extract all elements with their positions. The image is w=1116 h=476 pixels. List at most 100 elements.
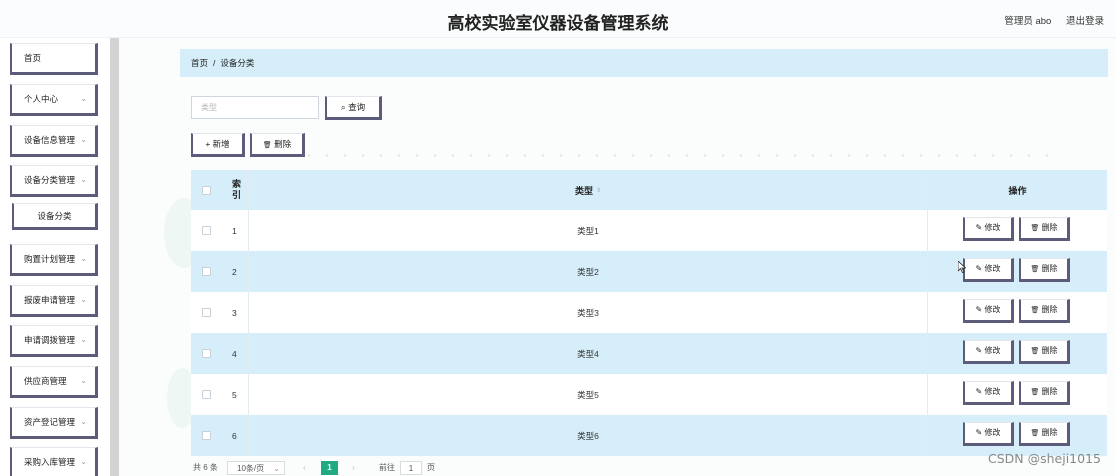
breadcrumb-home[interactable]: 首页: [191, 58, 208, 68]
row-checkbox-cell: [191, 210, 221, 251]
sidebar-item-label: 供应商管理: [24, 376, 67, 386]
sidebar-item-home[interactable]: 首页: [10, 43, 98, 75]
row-ops-cell: ✎ 修改 🗑 删除: [928, 374, 1107, 415]
sidebar-item-transfer-request[interactable]: 申请调拨管理 ⌄: [10, 325, 98, 357]
row-index-cell: 2: [221, 251, 249, 292]
add-button[interactable]: + 新增: [191, 133, 245, 157]
goto-page-input[interactable]: 1: [400, 461, 422, 475]
page-number-current[interactable]: 1: [321, 461, 338, 475]
edit-icon: ✎: [975, 305, 983, 314]
chevron-down-icon: ⌄: [273, 464, 280, 473]
row-type: 类型2: [577, 266, 599, 277]
trash-icon: 🗑: [1030, 266, 1040, 273]
delete-button[interactable]: 🗑 删除: [1019, 258, 1070, 282]
batch-delete-button[interactable]: 🗑 删除: [250, 133, 305, 157]
row-type-cell: 类型5: [249, 374, 928, 415]
edit-label: 修改: [984, 387, 1001, 396]
row-checkbox[interactable]: [201, 308, 211, 317]
delete-label: 删除: [1041, 223, 1058, 232]
top-header: 高校实验室仪器设备管理系统 管理员 abo 退出登录: [0, 0, 1116, 38]
edit-button[interactable]: ✎ 修改: [963, 217, 1014, 241]
edit-button[interactable]: ✎ 修改: [963, 422, 1014, 446]
delete-button[interactable]: 🗑 删除: [1019, 299, 1070, 323]
sidebar-item-category-mgmt[interactable]: 设备分类管理 ⌄: [10, 165, 98, 197]
row-index-cell: 1: [221, 210, 249, 251]
row-index: 4: [232, 348, 237, 359]
row-type: 类型3: [577, 307, 599, 318]
delete-label: 删除: [1041, 428, 1058, 437]
delete-button[interactable]: 🗑 删除: [1019, 422, 1070, 446]
row-ops-cell: ✎ 修改 🗑 删除: [928, 333, 1107, 374]
row-index: 3: [232, 307, 237, 318]
delete-button[interactable]: 🗑 删除: [1019, 381, 1070, 405]
row-index-cell: 3: [221, 292, 249, 333]
trash-icon: 🗑: [1030, 307, 1040, 314]
decorative-dots: [300, 154, 1060, 157]
row-type: 类型4: [577, 348, 599, 359]
edit-icon: ✎: [975, 346, 983, 355]
user-name[interactable]: 管理员 abo: [1004, 16, 1051, 27]
row-type-cell: 类型3: [249, 292, 928, 333]
app-title: 高校实验室仪器设备管理系统: [447, 14, 669, 34]
edit-button[interactable]: ✎ 修改: [963, 340, 1014, 364]
row-type: 类型5: [577, 389, 599, 400]
trash-icon: 🗑: [1030, 389, 1040, 396]
page-size-select[interactable]: 10条/页 ⌄: [227, 461, 285, 475]
sidebar-subitem-category[interactable]: 设备分类: [12, 203, 98, 230]
header-type[interactable]: 类型 ⇕: [249, 170, 928, 210]
sidebar-item-asset-register[interactable]: 资产登记管理 ⌄: [10, 407, 98, 439]
sidebar-item-purchase-stock[interactable]: 采购入库管理 ⌄: [10, 447, 98, 476]
row-checkbox[interactable]: [201, 267, 211, 276]
chevron-down-icon: ⌄: [80, 295, 87, 304]
sidebar-item-scrap-request[interactable]: 报废申请管理 ⌄: [10, 285, 98, 317]
sidebar-scrollbar[interactable]: [110, 38, 119, 476]
table-row: 4 类型4 ✎ 修改 🗑 删除: [191, 333, 1107, 374]
table-row: 6 类型6 ✎ 修改 🗑 删除: [191, 415, 1107, 456]
trash-icon: 🗑: [1030, 348, 1040, 355]
row-index: 5: [232, 389, 237, 400]
row-checkbox[interactable]: [201, 431, 211, 440]
row-checkbox[interactable]: [201, 349, 211, 358]
chevron-down-icon: ⌄: [80, 94, 87, 103]
row-index: 2: [232, 266, 237, 277]
header-index: 索引: [221, 170, 249, 210]
prev-page-button[interactable]: ‹: [303, 461, 306, 475]
search-button[interactable]: ⌕ 查询: [325, 96, 382, 120]
edit-label: 修改: [984, 264, 1001, 273]
row-ops-cell: ✎ 修改 🗑 删除: [928, 251, 1107, 292]
logout-link[interactable]: 退出登录: [1066, 16, 1104, 27]
edit-button[interactable]: ✎ 修改: [963, 299, 1014, 323]
edit-label: 修改: [984, 428, 1001, 437]
header-type-label: 类型: [574, 185, 593, 196]
delete-label: 删除: [1041, 305, 1058, 314]
delete-button[interactable]: 🗑 删除: [1019, 340, 1070, 364]
edit-icon: ✎: [975, 428, 983, 437]
delete-button[interactable]: 🗑 删除: [1019, 217, 1070, 241]
search-input[interactable]: 类型: [191, 96, 319, 119]
table-row: 2 类型2 ✎ 修改 🗑 删除: [191, 251, 1107, 292]
select-all-checkbox[interactable]: [201, 185, 211, 195]
sidebar-item-equipment-info[interactable]: 设备信息管理 ⌄: [10, 125, 98, 157]
edit-label: 修改: [984, 346, 1001, 355]
row-checkbox[interactable]: [201, 390, 211, 399]
chevron-down-icon: ⌄: [80, 457, 87, 466]
batch-delete-label: 删除: [274, 139, 292, 149]
sidebar-item-label: 申请调拨管理: [24, 335, 76, 345]
sidebar-item-supplier[interactable]: 供应商管理 ⌄: [10, 366, 98, 398]
row-checkbox[interactable]: [201, 226, 211, 235]
table-row: 3 类型3 ✎ 修改 🗑 删除: [191, 292, 1107, 333]
sidebar-item-label: 采购入库管理: [24, 457, 76, 467]
row-type-cell: 类型1: [249, 210, 928, 251]
chevron-down-icon: ⌄: [80, 175, 87, 184]
next-page-button[interactable]: ›: [352, 461, 355, 475]
sidebar-item-label: 购置计划管理: [24, 254, 76, 264]
sort-icon[interactable]: ⇕: [596, 187, 601, 194]
add-button-label: 新增: [212, 139, 230, 149]
plus-icon: +: [205, 139, 211, 149]
row-checkbox-cell: [191, 292, 221, 333]
edit-button[interactable]: ✎ 修改: [963, 258, 1014, 282]
sidebar-item-purchase-plan[interactable]: 购置计划管理 ⌄: [10, 244, 98, 276]
sidebar-item-profile[interactable]: 个人中心 ⌄: [10, 84, 98, 116]
edit-button[interactable]: ✎ 修改: [963, 381, 1014, 405]
row-checkbox-cell: [191, 374, 221, 415]
